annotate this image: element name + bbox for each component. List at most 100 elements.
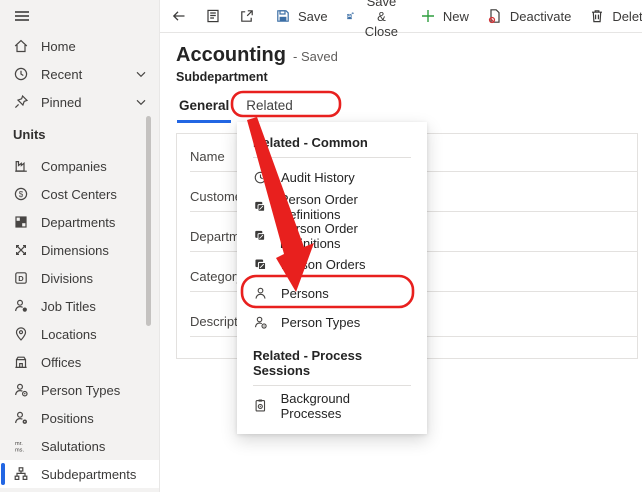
sidebar-item-offices[interactable]: Offices <box>0 348 159 376</box>
deactivate-icon <box>487 8 503 24</box>
delete-icon <box>589 8 605 24</box>
menu-section-title: Related - Common <box>237 130 427 157</box>
positions-icon <box>13 410 29 426</box>
svg-text:$: $ <box>19 190 24 199</box>
sidebar-item-positions[interactable]: Positions <box>0 404 159 432</box>
tab-related[interactable]: Related <box>244 94 295 123</box>
person-types-icon <box>13 382 29 398</box>
menu-item-audit-history[interactable]: Audit History <box>237 163 427 192</box>
menu-item-person-types[interactable]: Person Types <box>237 308 427 337</box>
menu-divider <box>253 157 411 158</box>
sidebar-item-divisions[interactable]: D Divisions <box>0 264 159 292</box>
history-clock-icon <box>253 170 268 185</box>
back-button[interactable] <box>164 2 194 30</box>
salutations-icon: mr. ms. <box>13 438 29 454</box>
related-dropdown-menu: Related - Common Audit History Person Or… <box>237 122 427 434</box>
tab-general[interactable]: General <box>177 94 231 123</box>
sidebar-item-label: Departments <box>41 215 115 230</box>
sidebar-item-cost-centers[interactable]: $ Cost Centers <box>0 180 159 208</box>
menu-item-label: Persons <box>281 286 329 301</box>
sidebar-item-recent[interactable]: Recent <box>0 60 159 88</box>
menu-item-label: Person Orders <box>281 257 366 272</box>
sidebar-item-label: Home <box>41 39 76 54</box>
command-bar: Save Save & Close New Deactivate <box>160 0 642 33</box>
form-selector-button[interactable] <box>198 2 228 30</box>
sidebar-item-dimensions[interactable]: Dimensions <box>0 236 159 264</box>
save-close-icon <box>346 8 354 24</box>
sidebar-item-job-titles[interactable]: Job Titles <box>0 292 159 320</box>
new-button[interactable]: New <box>411 2 478 30</box>
menu-item-person-order-definitions-2[interactable]: Person Order Definitions <box>237 221 427 250</box>
sidebar-item-label: Companies <box>41 159 107 174</box>
new-label: New <box>443 9 469 24</box>
hamburger-menu-icon <box>13 7 31 25</box>
popout-button[interactable] <box>232 2 262 30</box>
sidebar-item-label: Dimensions <box>41 243 109 258</box>
sidebar-scrollbar-thumb[interactable] <box>146 116 151 326</box>
form-icon <box>205 8 221 24</box>
svg-text:mr.: mr. <box>15 441 23 447</box>
save-and-close-label: Save & Close <box>361 0 402 39</box>
departments-icon <box>13 214 29 230</box>
chevron-down-icon <box>136 99 146 106</box>
sidebar-item-label: Job Titles <box>41 299 96 314</box>
entity-icon <box>253 228 267 243</box>
field-label: Category <box>190 269 243 291</box>
hamburger-menu-button[interactable] <box>0 0 159 32</box>
menu-item-label: Person Types <box>281 315 360 330</box>
entity-icon <box>253 257 268 272</box>
menu-item-persons[interactable]: Persons <box>237 279 427 308</box>
save-status: - Saved <box>293 49 338 64</box>
sidebar-item-label: Person Types <box>41 383 120 398</box>
sidebar-item-subdepartments[interactable]: Subdepartments <box>0 460 159 488</box>
save-icon <box>275 8 291 24</box>
sidebar-item-companies[interactable]: Companies <box>0 152 159 180</box>
menu-section-title: Related - Process Sessions <box>237 343 427 385</box>
menu-item-person-orders[interactable]: Person Orders <box>237 250 427 279</box>
sidebar-item-pinned[interactable]: Pinned <box>0 88 159 116</box>
divisions-icon: D <box>13 270 29 286</box>
save-button[interactable]: Save <box>266 2 337 30</box>
delete-button[interactable]: Delete <box>580 2 642 30</box>
pin-icon <box>13 94 29 110</box>
sidebar-item-label: Pinned <box>41 95 81 110</box>
menu-item-label: Person Order Definitions <box>280 192 411 222</box>
clock-icon <box>13 66 29 82</box>
save-label: Save <box>298 9 328 24</box>
svg-text:ms.: ms. <box>15 447 24 453</box>
menu-item-label: Person Order Definitions <box>280 221 411 251</box>
person-gear-icon <box>253 315 268 330</box>
back-arrow-icon <box>171 8 187 24</box>
job-titles-icon <box>13 298 29 314</box>
clipboard-gear-icon <box>253 398 268 413</box>
sidebar-item-label: Cost Centers <box>41 187 117 202</box>
entity-icon <box>253 199 267 214</box>
sidebar-item-locations[interactable]: Locations <box>0 320 159 348</box>
menu-item-person-order-definitions[interactable]: Person Order Definitions <box>237 192 427 221</box>
popout-icon <box>239 8 255 24</box>
sidebar-item-departments[interactable]: Departments <box>0 208 159 236</box>
deactivate-button[interactable]: Deactivate <box>478 2 580 30</box>
menu-item-label: Background Processes <box>281 391 411 421</box>
menu-item-background-processes[interactable]: Background Processes <box>237 391 427 420</box>
delete-label: Delete <box>612 9 642 24</box>
save-and-close-button[interactable]: Save & Close <box>337 2 411 30</box>
field-label: Name <box>190 149 225 171</box>
sidebar-item-label: Locations <box>41 327 97 342</box>
locations-icon <box>13 326 29 342</box>
sidebar-item-salutations[interactable]: mr. ms. Salutations <box>0 432 159 460</box>
entity-name: Subdepartment <box>176 70 338 84</box>
page-title: Accounting <box>176 44 286 67</box>
sidebar-item-label: Salutations <box>41 439 105 454</box>
chevron-down-icon <box>136 71 146 78</box>
dimensions-icon <box>13 242 29 258</box>
sidebar-item-home[interactable]: Home <box>0 32 159 60</box>
sidebar-item-person-types[interactable]: Person Types <box>0 376 159 404</box>
sidebar-item-label: Positions <box>41 411 94 426</box>
page-header: Accounting - Saved Subdepartment <box>176 44 338 84</box>
cost-centers-icon: $ <box>13 186 29 202</box>
subdepartments-icon <box>13 466 29 482</box>
svg-text:D: D <box>18 274 24 283</box>
tab-strip: General Related <box>177 94 295 123</box>
home-icon <box>13 38 29 54</box>
